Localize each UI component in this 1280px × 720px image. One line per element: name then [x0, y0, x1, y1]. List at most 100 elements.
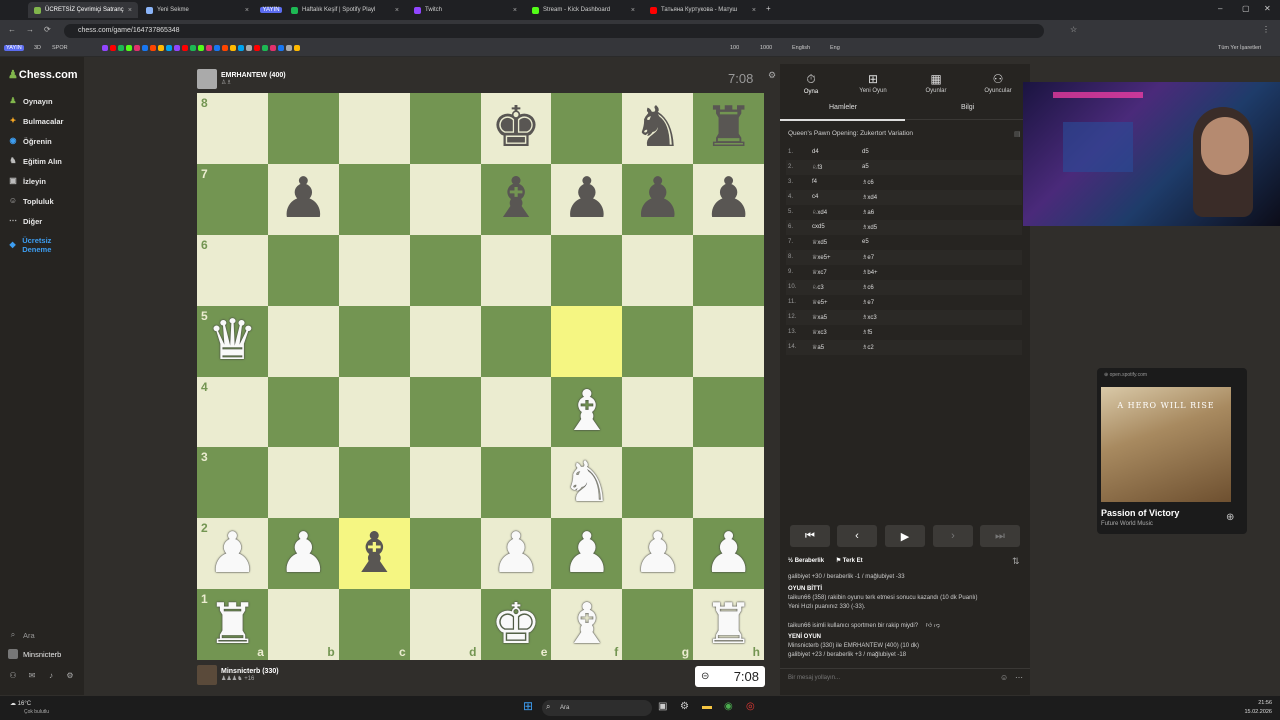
square-a7[interactable]: 7: [197, 163, 268, 235]
square-c6[interactable]: [338, 234, 410, 306]
add-plus-icon[interactable]: ⊕: [1226, 512, 1234, 523]
white-move[interactable]: ♕xa5: [812, 314, 827, 321]
square-a6[interactable]: 6: [197, 234, 268, 306]
white-move[interactable]: f4: [812, 179, 817, 185]
square-g4[interactable]: [622, 376, 694, 448]
square-b5[interactable]: [267, 305, 339, 377]
square-h6[interactable]: [693, 234, 764, 306]
weather-widget[interactable]: ☁ 16°C: [10, 700, 31, 707]
close-icon[interactable]: ×: [631, 7, 635, 14]
square-d5[interactable]: [409, 305, 481, 377]
subtab-info[interactable]: Bilgi: [961, 104, 974, 111]
bookmark-eng[interactable]: Eng: [830, 45, 840, 51]
square-e1[interactable]: e ♚: [480, 589, 552, 660]
square-b4[interactable]: [267, 376, 339, 448]
white-move[interactable]: c4: [812, 194, 818, 200]
tab-players[interactable]: ⚇ Oyuncular: [973, 72, 1023, 94]
opening-name[interactable]: Queen's Pawn Opening: Zukertort Variatio…: [788, 130, 913, 137]
white-move[interactable]: ♕a5: [812, 344, 824, 351]
close-icon[interactable]: ×: [245, 7, 249, 14]
chrome-icon[interactable]: ◉: [724, 701, 733, 712]
square-g3[interactable]: [622, 447, 694, 519]
last-move-button[interactable]: ⏭: [980, 525, 1020, 547]
square-b6[interactable]: [267, 234, 339, 306]
tab-spotify[interactable]: Haftalık Keşif | Spotify Playl ×: [285, 2, 405, 18]
bottom-player-name[interactable]: Minsnicterb (330): [221, 668, 279, 675]
bookmark-sport[interactable]: SPOR: [52, 45, 68, 51]
square-f2[interactable]: ♟: [551, 518, 623, 590]
white-move[interactable]: ♘xd4: [812, 209, 827, 216]
chessboard[interactable]: 8 ♚ ♞ ♜ 7 ♟ ♝ ♟ ♟ ♟ 6 5 ♛ 4 ♝ 3 ♞ 2 ♟ ♟ ♝ ♟ ♟ ♟ ♟ 1 a ♜ b c d e ♚ f ♝ g h ♜: [197, 93, 764, 660]
square-g8[interactable]: ♞: [622, 93, 694, 164]
reload-icon[interactable]: ⟳: [44, 25, 51, 34]
play-button[interactable]: ▶: [885, 525, 925, 547]
white-move[interactable]: ♕xe5+: [812, 254, 831, 261]
prev-move-button[interactable]: ‹: [837, 525, 877, 547]
white-move[interactable]: ♕xd5: [812, 239, 827, 246]
black-move[interactable]: ♗b4+: [862, 269, 878, 276]
forward-icon[interactable]: →: [26, 25, 34, 34]
chesscom-logo[interactable]: ♟Chess.com: [8, 68, 78, 81]
square-d2[interactable]: [409, 518, 481, 590]
widgets-icon[interactable]: ⚙: [680, 701, 689, 712]
square-c3[interactable]: [338, 447, 410, 519]
clock-date[interactable]: 15.02.2026: [1238, 709, 1272, 715]
square-d4[interactable]: [409, 376, 481, 448]
black-move[interactable]: d5: [862, 149, 869, 155]
bookmark-icons-group[interactable]: [102, 45, 302, 51]
bookmark-english[interactable]: English: [792, 45, 810, 51]
square-f4[interactable]: ♝: [551, 376, 623, 448]
maximize-icon[interactable]: ▢: [1242, 4, 1250, 13]
white-king-icon[interactable]: ♚: [491, 596, 541, 653]
url-input[interactable]: chess.com/game/164737865348: [64, 24, 1044, 38]
square-e4[interactable]: [480, 376, 552, 448]
sidebar-item-learn[interactable]: ◉ Öğrenin: [8, 136, 52, 146]
close-icon[interactable]: ×: [128, 7, 132, 14]
square-f1[interactable]: f ♝: [551, 589, 623, 660]
folder-icon[interactable]: ▬: [702, 701, 712, 712]
top-player-name[interactable]: EMRHANTEW (400): [221, 72, 286, 79]
square-b7[interactable]: ♟: [267, 163, 339, 235]
close-window-icon[interactable]: ✕: [1264, 4, 1271, 13]
more-icon[interactable]: ⋯: [1015, 673, 1023, 682]
square-h4[interactable]: [693, 376, 764, 448]
sidebar-item-community[interactable]: ☺ Topluluk: [8, 196, 54, 206]
app-icon[interactable]: ◎: [746, 701, 755, 712]
sidebar-user[interactable]: Minsnicterb: [8, 649, 61, 659]
square-a4[interactable]: 4: [197, 376, 268, 448]
friends-icon[interactable]: ⚇: [8, 671, 18, 681]
tab-games[interactable]: ▦ Oyunlar: [911, 72, 961, 94]
minimize-icon[interactable]: –: [1218, 4, 1222, 13]
white-pawn-icon[interactable]: ♟: [491, 525, 541, 582]
black-pawn-icon[interactable]: ♟: [562, 171, 612, 227]
square-f5[interactable]: [551, 305, 623, 377]
white-queen-icon[interactable]: ♛: [207, 313, 257, 369]
close-icon[interactable]: ×: [395, 7, 399, 14]
square-a8[interactable]: 8: [197, 93, 268, 164]
square-h2[interactable]: ♟: [693, 518, 764, 590]
black-pawn-icon[interactable]: ♟: [278, 171, 328, 227]
messages-icon[interactable]: ✉: [27, 671, 37, 681]
star-icon[interactable]: ☆: [1070, 25, 1077, 34]
white-bishop-icon[interactable]: ♝: [562, 383, 612, 440]
black-bishop-icon[interactable]: ♝: [349, 525, 399, 582]
square-g7[interactable]: ♟: [622, 163, 694, 235]
tab-twitch[interactable]: Twitch ×: [408, 2, 523, 18]
white-pawn-icon[interactable]: ♟: [633, 525, 683, 582]
clock-time[interactable]: 21:56: [1238, 700, 1272, 706]
thumbs-up-icon[interactable]: 👍︎: [926, 623, 932, 629]
tab-kick[interactable]: Stream - Kick Dashboard ×: [526, 2, 641, 18]
settings-gear-icon[interactable]: ⚙: [768, 70, 776, 81]
white-move[interactable]: ♘c3: [812, 284, 824, 291]
square-d6[interactable]: [409, 234, 481, 306]
square-c7[interactable]: [338, 163, 410, 235]
square-c2[interactable]: ♝: [338, 518, 410, 590]
book-icon[interactable]: ▤: [1014, 130, 1021, 138]
emoji-icon[interactable]: ☺: [1000, 673, 1008, 682]
tab-play[interactable]: ⏱ Oyna: [786, 72, 836, 95]
tab-chess[interactable]: ÜCRETSİZ Çevrimiçi Satranç ×: [28, 2, 138, 18]
sidebar-item-puzzles[interactable]: ✦ Bulmacalar: [8, 116, 64, 126]
windows-start-icon[interactable]: ⊞: [523, 700, 533, 712]
album-art[interactable]: A HERO WILL RISE: [1101, 387, 1231, 502]
black-king-icon[interactable]: ♚: [491, 100, 541, 156]
